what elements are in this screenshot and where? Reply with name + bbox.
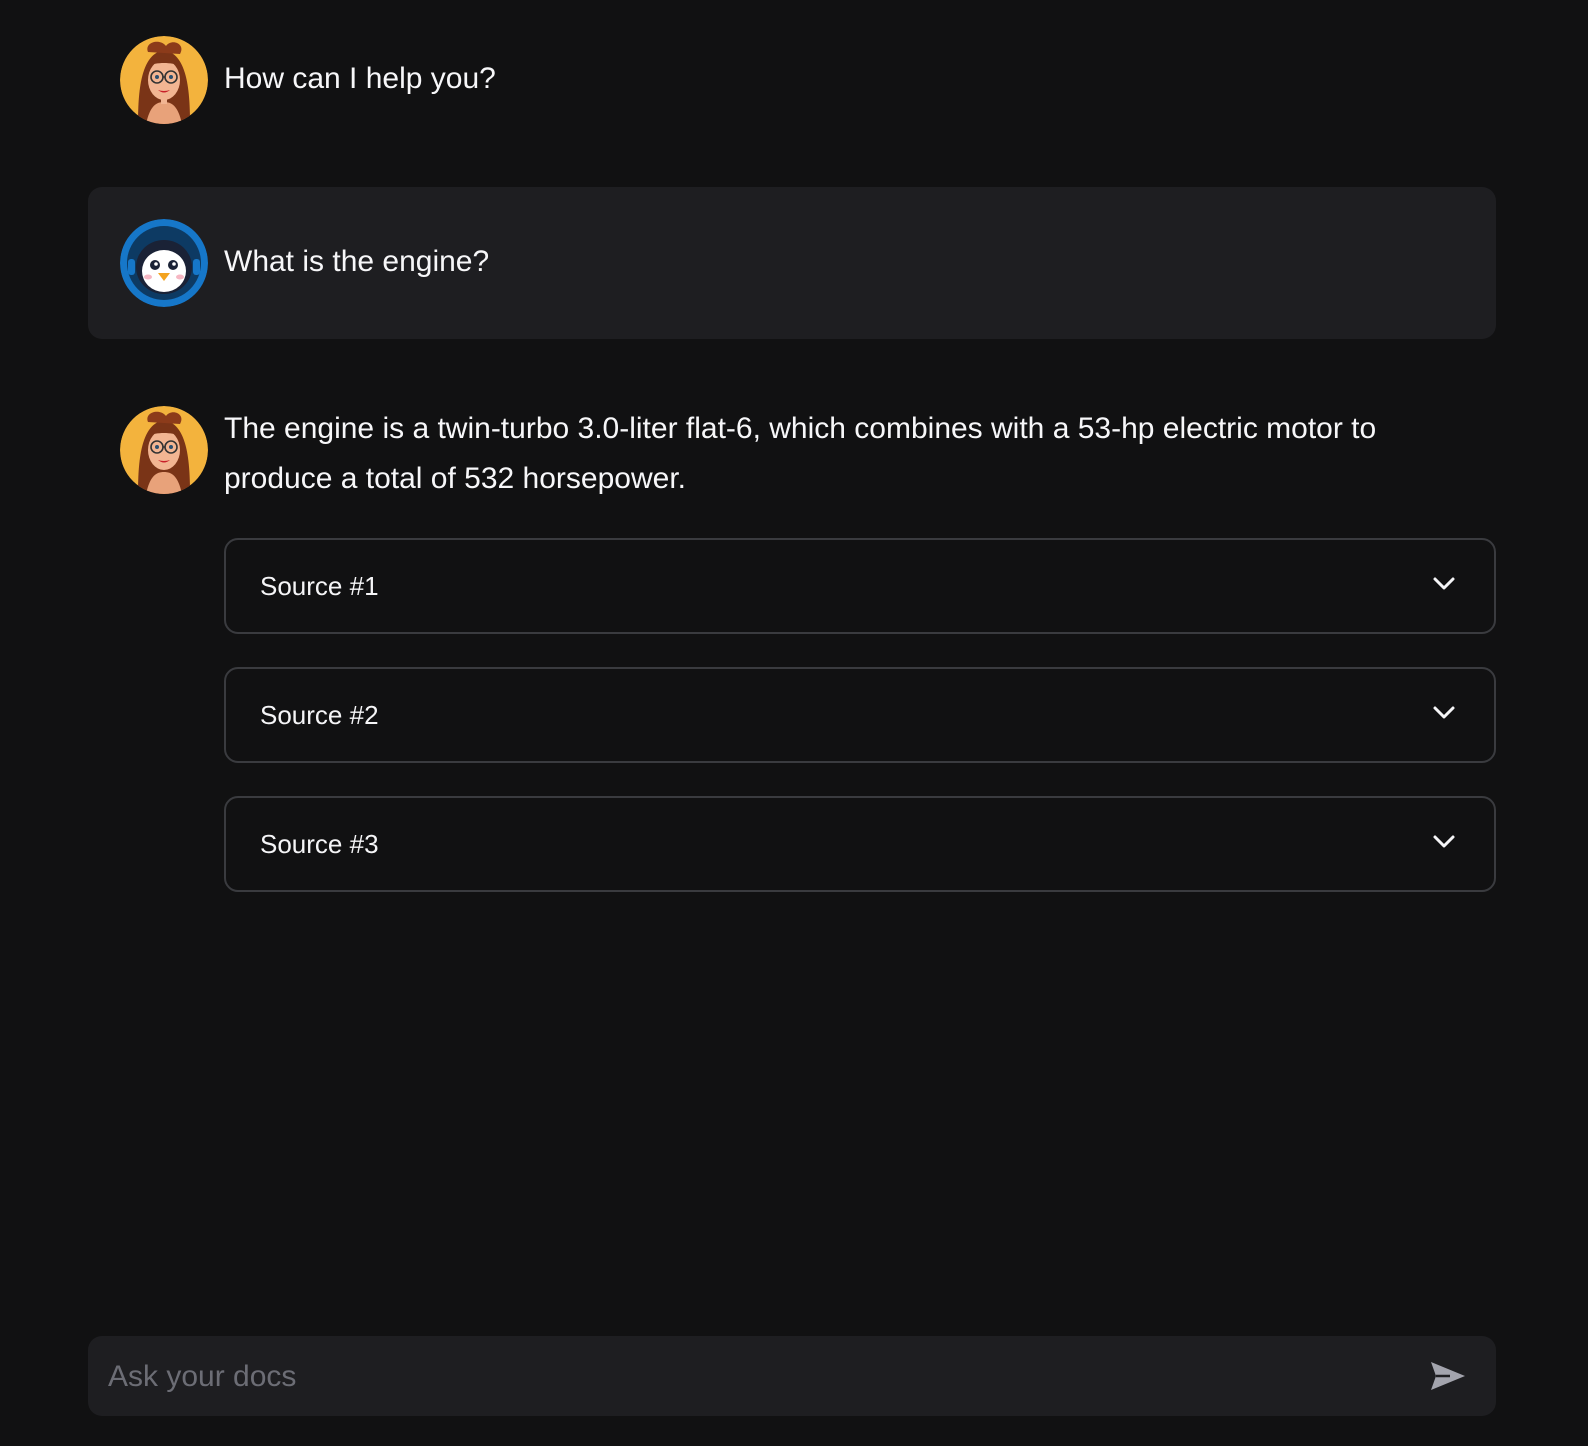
- chat-page: How can I help you? What is the engine?: [0, 0, 1588, 1446]
- woman-avatar-icon: [120, 406, 208, 494]
- assistant-message: How can I help you?: [88, 30, 1496, 130]
- message-text: The engine is a twin-turbo 3.0-liter fla…: [224, 412, 1377, 495]
- chevron-down-icon[interactable]: [1432, 703, 1456, 723]
- source-expander-2[interactable]: Source #2: [224, 667, 1496, 763]
- chat-input-bar: [88, 1336, 1496, 1418]
- chevron-down-icon[interactable]: [1432, 832, 1456, 852]
- penguin-avatar-icon: [120, 219, 208, 307]
- source-expander-3[interactable]: Source #3: [224, 796, 1496, 892]
- source-label: Source #1: [260, 571, 379, 601]
- chevron-down-icon[interactable]: [1432, 574, 1456, 594]
- chat-input-field[interactable]: [106, 1336, 1410, 1418]
- source-label: Source #3: [260, 829, 379, 859]
- send-icon[interactable]: [1428, 1356, 1468, 1396]
- assistant-message: The engine is a twin-turbo 3.0-liter fla…: [88, 396, 1496, 526]
- source-label: Source #2: [260, 700, 379, 730]
- message-text: What is the engine?: [224, 245, 490, 278]
- sources-list: Source #1 Source #2 Source #3: [224, 538, 1496, 925]
- message-text: How can I help you?: [224, 62, 496, 95]
- user-message: What is the engine?: [88, 187, 1496, 339]
- source-expander-1[interactable]: Source #1: [224, 538, 1496, 634]
- woman-avatar-icon: [120, 36, 208, 124]
